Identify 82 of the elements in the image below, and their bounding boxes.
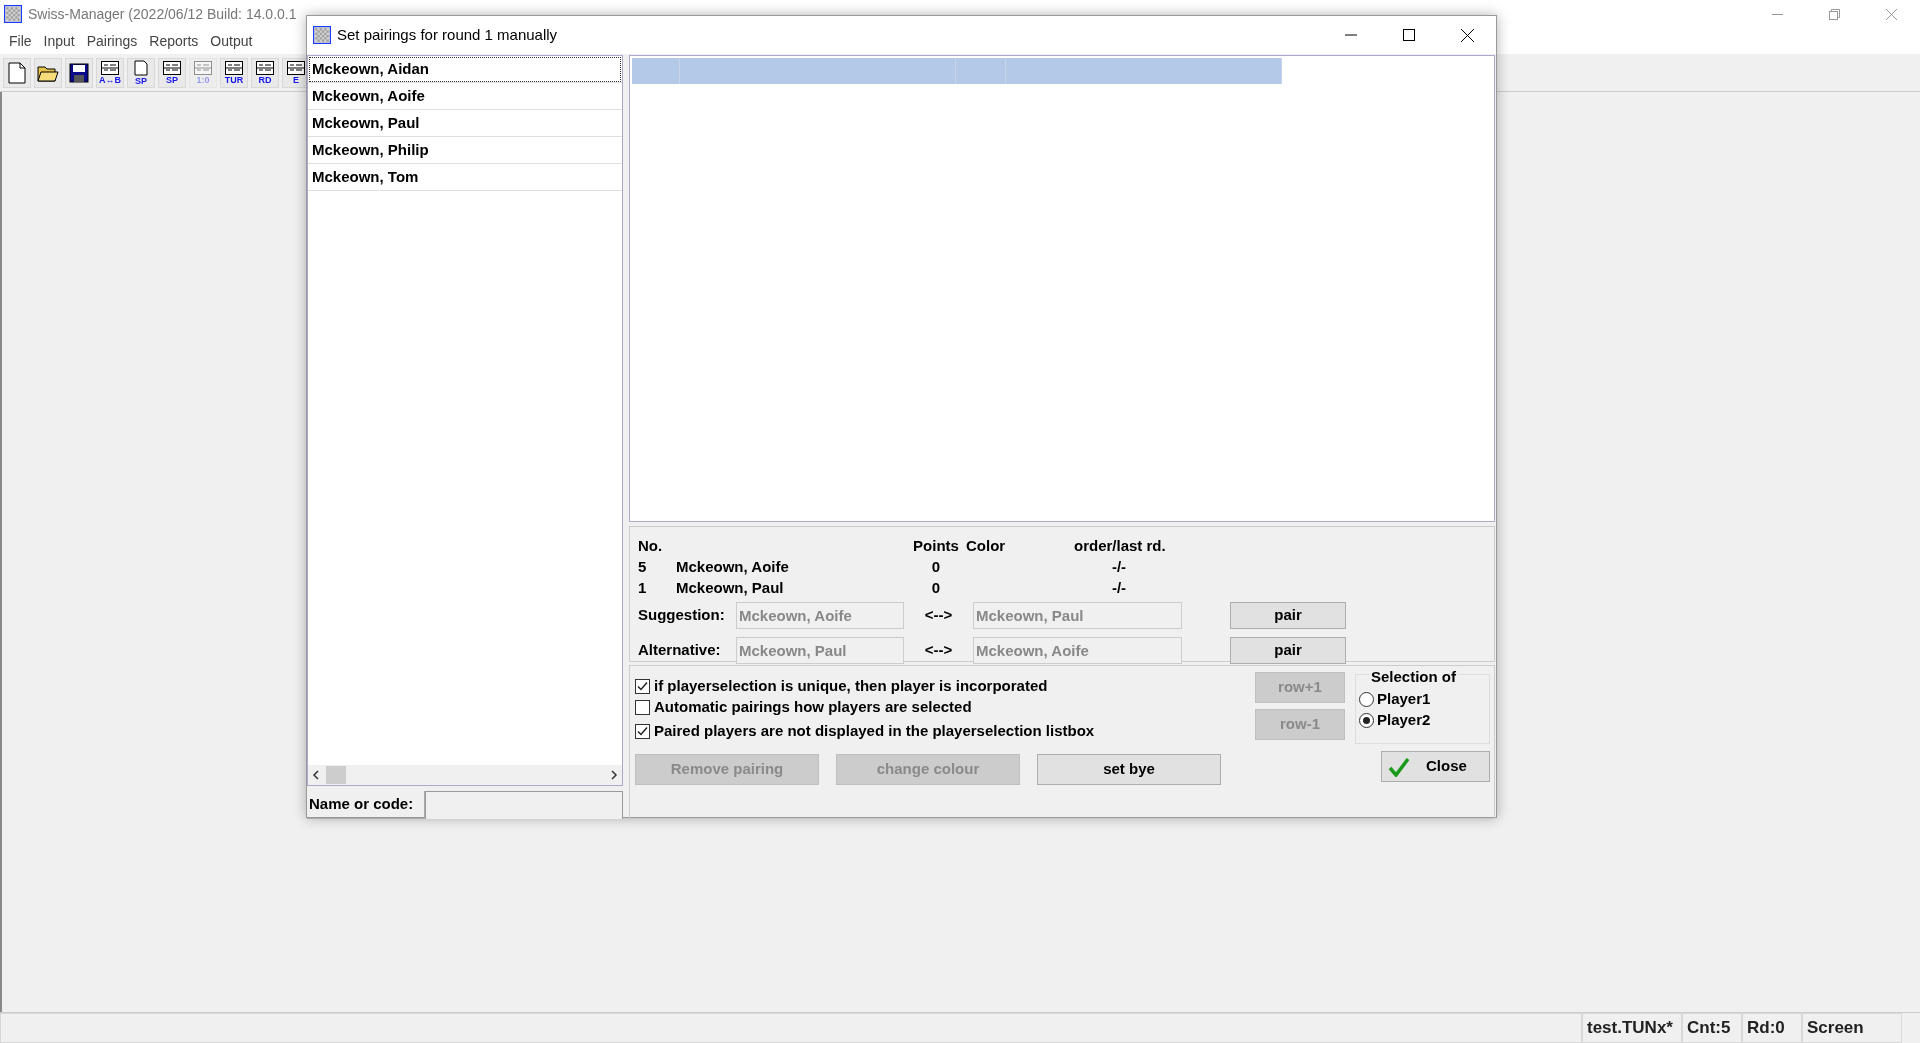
radio-button[interactable]	[1359, 712, 1374, 728]
save-tool-button[interactable]	[65, 57, 93, 88]
search-field[interactable]	[425, 791, 623, 819]
radio-label: Player2	[1377, 709, 1431, 730]
menu-item[interactable]: Input	[38, 30, 80, 52]
tool-label: RD	[258, 74, 272, 85]
maximize-icon[interactable]	[1403, 29, 1415, 41]
radio-label: Player1	[1377, 688, 1431, 709]
app-icon	[313, 26, 331, 44]
proposal-label: Suggestion:	[638, 605, 726, 626]
player-points: 0	[930, 557, 942, 577]
player-list-item[interactable]: Mckeown, Paul	[308, 110, 622, 137]
checkbox[interactable]	[635, 679, 650, 694]
checkbox[interactable]	[635, 724, 650, 739]
document-icon	[8, 61, 26, 84]
table-header-cell	[632, 58, 680, 84]
checkmark-icon	[1388, 756, 1410, 777]
menu-item[interactable]: File	[4, 30, 37, 52]
status-field: Screen	[1802, 1013, 1902, 1043]
player-name: Mckeown, Paul	[676, 578, 785, 598]
player-list-item[interactable]: Mckeown, Philip	[308, 137, 622, 164]
column-header: Color	[966, 536, 1007, 556]
checkbox-label: Paired players are not displayed in the playerselection listbox	[654, 721, 1095, 742]
column-header: order/last rd.	[1074, 536, 1164, 556]
player-number: 1	[638, 578, 648, 598]
action-button[interactable]: set bye	[1037, 754, 1221, 785]
table-icon	[194, 60, 212, 75]
status-field: Cnt:5	[1682, 1013, 1742, 1043]
table-icon	[225, 60, 243, 75]
close-dialog-button[interactable]: Close	[1381, 751, 1490, 782]
scrollbar-thumb[interactable]	[326, 766, 346, 784]
window-title: Swiss-Manager (2022/06/12 Build: 14.0.0.1	[28, 4, 297, 24]
dialog-title: Set pairings for round 1 manually	[337, 24, 558, 45]
horizontal-scrollbar[interactable]	[308, 765, 622, 785]
player-list-item[interactable]: Mckeown, Aoife	[308, 83, 622, 110]
table-icon	[101, 60, 119, 75]
page-tool-button[interactable]: SP	[127, 57, 155, 88]
player-name: Mckeown, Aoife	[676, 557, 790, 577]
table-icon	[256, 60, 274, 75]
checkbox-label: if playerselection is unique, then player is incorporated	[654, 676, 1048, 697]
close-icon[interactable]	[1460, 28, 1474, 42]
pair-button[interactable]: pair	[1230, 637, 1346, 664]
column-header: No.	[638, 536, 664, 556]
tool-label: A↔B	[99, 74, 121, 85]
menu-item[interactable]: Pairings	[81, 30, 143, 52]
menu-item[interactable]: Output	[205, 30, 258, 52]
app-icon	[4, 5, 22, 23]
player-points: 0	[930, 578, 942, 598]
scroll-right-icon[interactable]	[610, 770, 618, 780]
column-header: Points	[912, 536, 960, 556]
swap-arrow: <-->	[923, 605, 954, 626]
table-tool-button[interactable]: A↔B	[96, 57, 124, 88]
proposal-label: Alternative:	[638, 640, 722, 661]
page-icon	[133, 59, 149, 76]
tool-label: SP	[166, 74, 178, 85]
menu-item[interactable]: Reports	[144, 30, 204, 52]
new-tool-button[interactable]	[3, 57, 31, 88]
open-tool-button[interactable]	[34, 57, 62, 88]
table-tool-button[interactable]: SP	[158, 57, 186, 88]
player-number: 5	[638, 557, 648, 577]
checkbox-label: Automatic pairings how players are selected	[654, 697, 972, 718]
scroll-left-icon[interactable]	[312, 770, 320, 780]
table-tool-button[interactable]: TUR	[220, 57, 248, 88]
restore-icon[interactable]	[1829, 8, 1840, 20]
table-header-cell	[956, 58, 1006, 84]
table-tool-button[interactable]: RD	[251, 57, 279, 88]
status-field: test.TUNx*	[1582, 1013, 1682, 1043]
checkbox[interactable]	[635, 700, 650, 715]
pair-button[interactable]: pair	[1230, 602, 1346, 629]
swap-arrow: <-->	[923, 640, 954, 661]
radio-button[interactable]	[1359, 691, 1374, 707]
status-field: Rd:0	[1742, 1013, 1802, 1043]
player-list-item[interactable]: Mckeown, Tom	[308, 164, 622, 191]
player-order: -/-	[1110, 578, 1128, 598]
tool-label: TUR	[224, 74, 244, 85]
table-icon	[163, 60, 181, 75]
player-order: -/-	[1110, 557, 1128, 577]
tool-label: SP	[135, 75, 147, 86]
tool-label: E	[293, 74, 299, 85]
player-list-item[interactable]: Mckeown, Aidan	[308, 56, 622, 83]
tool-label: 1:0	[196, 74, 210, 85]
table-icon	[287, 60, 305, 75]
